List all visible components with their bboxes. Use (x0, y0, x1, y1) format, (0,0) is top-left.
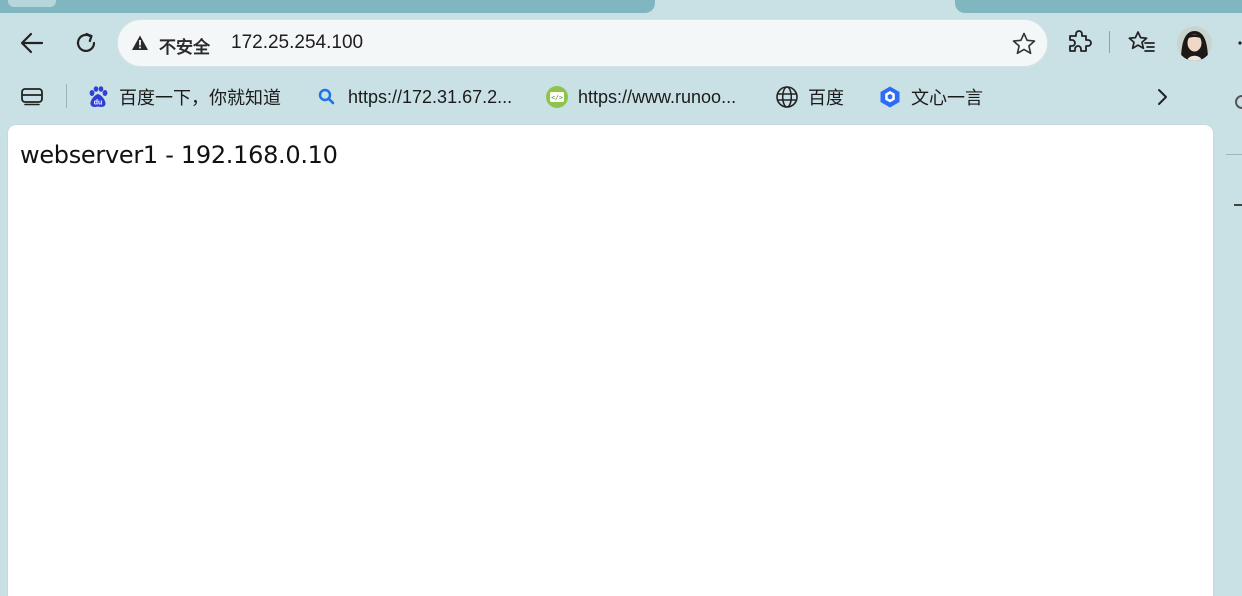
bookmark-label: https://172.31.67.2... (348, 86, 513, 107)
favorites-icon[interactable] (1126, 28, 1156, 58)
page-viewport: webserver1 - 192.168.0.10 (8, 125, 1213, 596)
reload-icon (76, 32, 96, 52)
tab-left-chip (8, 0, 56, 7)
svg-text:</>: </> (551, 94, 563, 102)
tab-actions-icon[interactable] (19, 85, 45, 107)
code-tag-icon: </> (545, 85, 569, 109)
ernie-cube-icon (878, 85, 902, 109)
extensions-icon[interactable] (1064, 27, 1094, 57)
bookmark-baidu-search[interactable]: du 百度一下，你就知道 (86, 83, 281, 111)
globe-icon (775, 85, 799, 109)
bookmark-runoob[interactable]: </> https://www.runoo... (545, 83, 736, 111)
baidu-paw-icon: du (86, 85, 110, 109)
search-icon (315, 85, 339, 109)
tab-strip (0, 0, 1242, 14)
bookmark-label: 文心一言 (911, 88, 983, 109)
more-menu-icon[interactable] (1235, 38, 1242, 48)
toolbar-divider (1109, 31, 1110, 53)
sidebar-minus-icon[interactable] (1234, 204, 1242, 206)
warning-icon[interactable] (131, 34, 149, 52)
sidebar-search-icon[interactable] (1233, 94, 1242, 110)
page-body-text: webserver1 - 192.168.0.10 (20, 141, 338, 169)
address-bar[interactable]: 不安全 172.25.254.100 (117, 19, 1048, 67)
tab-right[interactable] (955, 0, 1242, 13)
avatar-image-icon (1177, 26, 1212, 61)
bookmark-label: 百度 (808, 88, 844, 109)
chevron-right-icon[interactable] (1150, 84, 1174, 110)
bookmark-172-31[interactable]: https://172.31.67.2... (315, 83, 512, 111)
security-status-label[interactable]: 不安全 (159, 33, 210, 58)
svg-text:du: du (94, 100, 103, 107)
reload-button[interactable] (70, 27, 102, 59)
back-button[interactable] (16, 27, 48, 59)
bookmark-ernie[interactable]: 文心一言 (878, 83, 983, 111)
sidebar-divider (1226, 154, 1242, 155)
bookmark-label: https://www.runoo... (578, 86, 737, 107)
profile-avatar[interactable] (1177, 26, 1212, 61)
star-icon[interactable] (1011, 31, 1037, 57)
tab-left[interactable] (0, 0, 655, 13)
bookmarks-separator (66, 84, 67, 108)
arrow-left-icon (20, 32, 44, 54)
bookmark-label: 百度一下，你就知道 (119, 88, 281, 109)
bookmark-baidu[interactable]: 百度 (775, 83, 844, 111)
url-text[interactable]: 172.25.254.100 (231, 32, 363, 54)
